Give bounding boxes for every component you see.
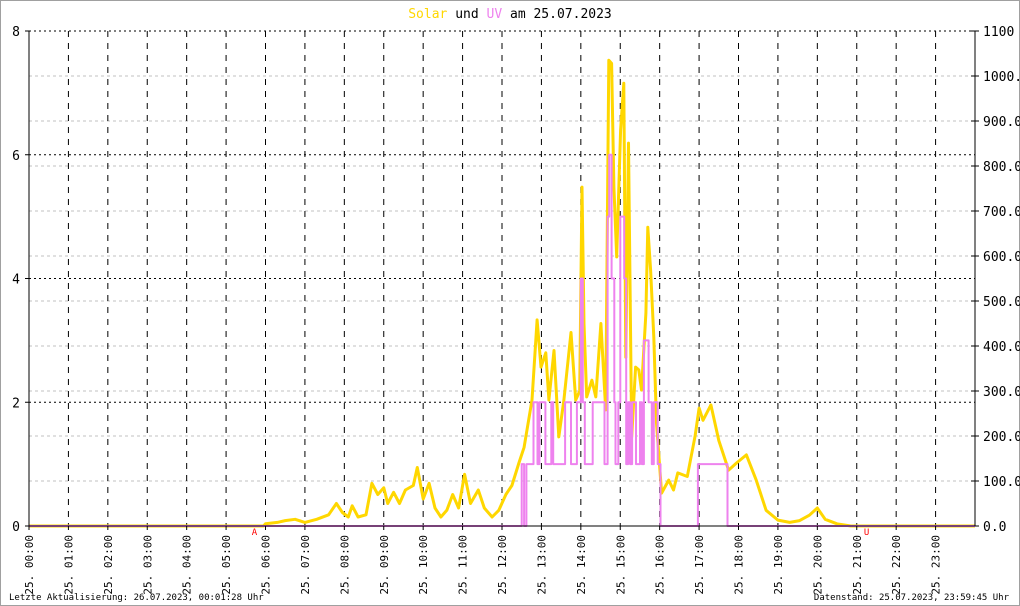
sunset-marker: U — [864, 528, 869, 538]
x-tick-label: 25. 10:00 — [417, 535, 430, 595]
x-tick-label: 25. 12:00 — [496, 535, 509, 595]
solar-uv-chart: Solar und UV am 25.07.2023 25. 00:00 25. … — [9, 7, 1020, 603]
sunrise-marker: A — [252, 528, 258, 538]
x-tick-label: 25. 14:00 — [575, 535, 588, 595]
left-tick-label: 0 — [12, 520, 20, 535]
x-tick-label: 25. 18:00 — [733, 535, 746, 595]
right-tick-label: 400.0 — [983, 340, 1020, 355]
data-state: Datenstand: 25.07.2023, 23:59:45 Uhr — [814, 593, 1010, 603]
left-tick-label: 2 — [12, 396, 20, 411]
right-tick-label: 600.0 — [983, 250, 1020, 265]
right-tick-label: 800.0 — [983, 160, 1020, 175]
x-tick-label: 25. 23:00 — [930, 535, 943, 595]
title-solar: Solar — [408, 7, 447, 22]
title-date: am 25.07.2023 — [502, 7, 612, 22]
x-tick-label: 25. 13:00 — [535, 535, 548, 595]
right-tick-label: 700.0 — [983, 205, 1020, 220]
uv-series-line — [29, 153, 975, 527]
last-update: Letzte Aktualisierung: 26.07.2023, 00:01… — [9, 593, 264, 603]
x-tick-label: 25. 00:00 — [23, 535, 36, 595]
x-tick-label: 25. 16:00 — [654, 535, 667, 595]
x-tick-label: 25. 11:00 — [457, 535, 470, 595]
x-tick-label: 25. 05:00 — [220, 535, 233, 595]
left-tick-label: 6 — [12, 149, 20, 164]
right-tick-label: 1000.0 — [983, 70, 1020, 85]
right-tick-label: 200.0 — [983, 430, 1020, 445]
x-tick-label: 25. 04:00 — [181, 535, 194, 595]
x-tick-label: 25. 22:00 — [890, 535, 903, 595]
x-tick-label: 25. 15:00 — [614, 535, 627, 595]
left-tick-label: 4 — [12, 273, 20, 288]
x-tick-label: 25. 20:00 — [811, 535, 824, 595]
title-uv: UV — [487, 7, 503, 22]
title-und: und — [447, 7, 486, 22]
x-tick-label: 25. 02:00 — [102, 535, 115, 595]
x-tick-label: 25. 07:00 — [299, 535, 312, 595]
x-tick-label: 25. 21:00 — [851, 535, 864, 595]
right-tick-label: 500.0 — [983, 295, 1020, 310]
right-tick-label: 100.0 — [983, 475, 1020, 490]
x-tick-label: 25. 09:00 — [378, 535, 391, 595]
chart-title: Solar und UV am 25.07.2023 — [408, 7, 612, 22]
x-tick-label: 25. 01:00 — [62, 535, 75, 595]
right-tick-label: 1100 — [983, 25, 1014, 40]
right-tick-label: 300.0 — [983, 385, 1020, 400]
right-tick-label: 900.0 — [983, 115, 1020, 130]
x-tick-label: 25. 08:00 — [338, 535, 351, 595]
x-tick-label: 25. 06:00 — [260, 535, 273, 595]
right-tick-label: 0.0 — [983, 520, 1006, 535]
x-tick-label: 25. 03:00 — [141, 535, 154, 595]
x-tick-label: 25. 17:00 — [693, 535, 706, 595]
x-tick-label: 25. 19:00 — [772, 535, 785, 595]
left-tick-label: 8 — [12, 25, 20, 40]
